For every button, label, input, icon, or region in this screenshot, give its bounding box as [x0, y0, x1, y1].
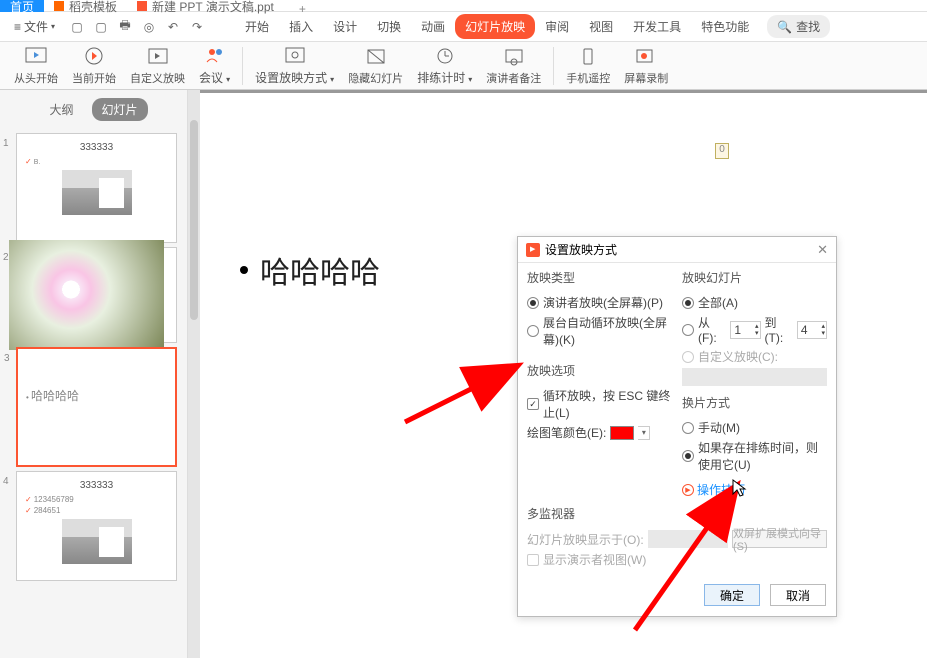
thumb-image [9, 240, 164, 350]
tips-link[interactable]: ▶ 操作技巧 [682, 481, 827, 498]
radio-manual[interactable] [682, 422, 694, 434]
group-show-slides: 放映幻灯片 [682, 269, 827, 290]
menu-devtools[interactable]: 开发工具 [623, 14, 691, 39]
menu-slideshow[interactable]: 幻灯片放映 [455, 14, 535, 39]
group-advance: 换片方式 [682, 394, 827, 415]
hamburger-icon: ≡ [14, 20, 21, 34]
file-menu[interactable]: ≡ 文件 ▾ [8, 16, 61, 37]
checkbox-loop[interactable] [527, 398, 539, 410]
slide-content: 哈哈哈哈 [240, 248, 380, 292]
cancel-button[interactable]: 取消 [770, 584, 826, 606]
from-current-button[interactable]: 当前开始 [66, 44, 122, 88]
search-icon: 🔍 [777, 20, 792, 34]
window-tabs-bar: 首页 稻壳模板 新建 PPT 演示文稿.ppt + [0, 0, 927, 12]
ppt-icon [137, 1, 147, 11]
dialog-close-button[interactable]: ✕ [817, 242, 828, 258]
to-input[interactable]: 4▴▾ [797, 321, 827, 339]
radio-all[interactable] [682, 297, 694, 309]
from-input[interactable]: 1▴▾ [730, 321, 760, 339]
custom-show-button[interactable]: 自定义放映 [124, 44, 191, 88]
group-show-options: 放映选项 [527, 362, 682, 383]
slides-tab[interactable]: 幻灯片 [92, 98, 148, 121]
pen-color-swatch[interactable] [610, 426, 634, 440]
play-icon: ▶ [682, 484, 694, 496]
setup-show-dialog: 设置放映方式 ✕ 放映类型 演讲者放映(全屏幕)(P) 展台自动循环放映(全屏幕… [517, 236, 837, 617]
menu-review[interactable]: 审阅 [535, 14, 579, 39]
thumb-image [62, 170, 132, 215]
search-button[interactable]: 🔍 查找 [767, 15, 830, 38]
template-icon [54, 1, 64, 11]
print-icon[interactable]: 🖶 [117, 19, 133, 35]
tab-template[interactable]: 稻壳模板 [44, 0, 127, 12]
preview-icon[interactable]: ◎ [141, 19, 157, 35]
slide-thumb-4[interactable]: 4 333333 123456789 284651 [16, 471, 177, 581]
radio-presenter[interactable] [527, 297, 539, 309]
menu-start[interactable]: 开始 [235, 14, 279, 39]
group-show-type: 放映类型 [527, 269, 682, 290]
menu-view[interactable]: 视图 [579, 14, 623, 39]
pen-color-dropdown[interactable]: ▾ [638, 426, 650, 440]
thumb-image [62, 519, 132, 564]
slide-thumb-2[interactable]: 2 [16, 247, 177, 343]
slide-thumb-1[interactable]: 1 333333 B. [16, 133, 177, 243]
outline-tab[interactable]: 大纲 [39, 98, 83, 121]
rehearse-button[interactable]: 排练计时 ▾ [411, 43, 478, 88]
new-icon[interactable]: ▢ [69, 19, 85, 35]
custom-show-select [682, 368, 827, 386]
mobile-remote-button[interactable]: 手机遥控 [560, 44, 616, 88]
slide-sidebar: 大纲 幻灯片 1 333333 B. 2 3 • 哈哈哈哈 4 333333 1… [0, 90, 188, 658]
ok-button[interactable]: 确定 [704, 584, 760, 606]
tab-home[interactable]: 首页 [0, 0, 44, 12]
dialog-titlebar[interactable]: 设置放映方式 ✕ [518, 237, 836, 263]
monitor-select [648, 530, 728, 548]
bullet-icon [240, 266, 248, 274]
menu-animation[interactable]: 动画 [411, 14, 455, 39]
hide-slide-button[interactable]: 隐藏幻灯片 [342, 44, 409, 88]
presenter-notes-button[interactable]: 演讲者备注 [480, 44, 547, 88]
menu-design[interactable]: 设计 [323, 14, 367, 39]
dialog-icon [526, 243, 540, 257]
redo-icon[interactable]: ↷ [189, 19, 205, 35]
group-monitors: 多监视器 [527, 505, 827, 526]
meeting-button[interactable]: 会议 ▾ [193, 43, 236, 88]
from-start-button[interactable]: 从头开始 [8, 44, 64, 88]
sidebar-scrollbar[interactable] [188, 90, 200, 658]
slide-thumb-3[interactable]: 3 • 哈哈哈哈 [16, 347, 177, 467]
open-icon[interactable]: ▢ [93, 19, 109, 35]
menu-bar: ≡ 文件 ▾ ▢ ▢ 🖶 ◎ ↶ ↷ 开始 插入 设计 切换 动画 幻灯片放映 … [0, 12, 927, 42]
checkbox-presenter-view [527, 554, 539, 566]
undo-icon[interactable]: ↶ [165, 19, 181, 35]
radio-use-timings[interactable] [682, 450, 694, 462]
dual-screen-wizard-button[interactable]: 双屏扩展模式向导(S) [732, 530, 827, 548]
menu-insert[interactable]: 插入 [279, 14, 323, 39]
screen-record-button[interactable]: 屏幕录制 [618, 44, 674, 88]
canvas-marker: 0 [715, 143, 729, 159]
radio-custom-show [682, 351, 694, 363]
tab-document[interactable]: 新建 PPT 演示文稿.ppt [127, 0, 284, 12]
slideshow-toolbar: 从头开始 当前开始 自定义放映 会议 ▾ 设置放映方式 ▾ 隐藏幻灯片 排练计时… [0, 42, 927, 90]
radio-kiosk[interactable] [527, 325, 539, 337]
radio-range[interactable] [682, 324, 694, 336]
menu-special[interactable]: 特色功能 [691, 14, 759, 39]
slide-text: 哈哈哈哈 [260, 248, 380, 292]
menu-transition[interactable]: 切换 [367, 14, 411, 39]
dialog-title-text: 设置放映方式 [545, 241, 617, 258]
cursor-icon [731, 478, 747, 498]
setup-show-button[interactable]: 设置放映方式 ▾ [249, 43, 340, 88]
